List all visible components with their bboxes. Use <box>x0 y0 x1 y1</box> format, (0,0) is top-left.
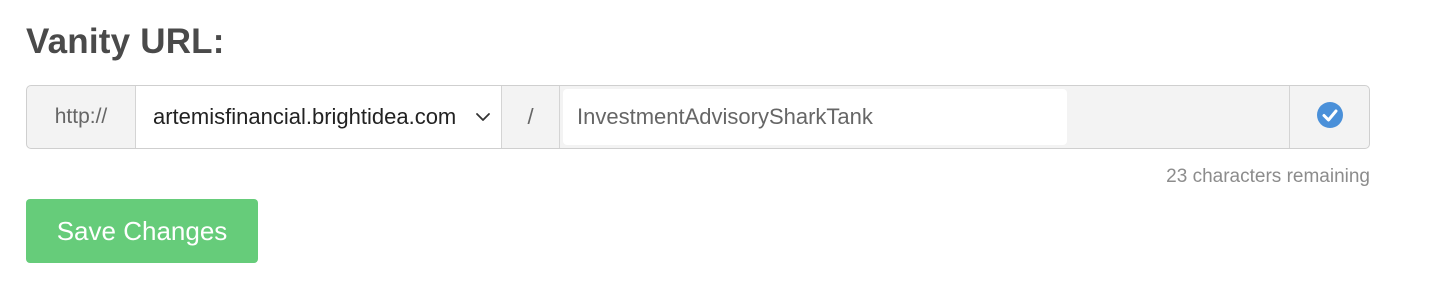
validation-status <box>1290 86 1369 148</box>
vanity-url-form: Vanity URL: http:// artemisfinancial.bri… <box>0 0 1448 300</box>
vanity-path-input[interactable] <box>563 89 1067 145</box>
characters-remaining: 23 characters remaining <box>1166 166 1370 187</box>
input-group-filler <box>1067 86 1290 148</box>
path-separator: / <box>502 86 560 148</box>
chevron-down-icon <box>473 107 493 127</box>
save-changes-button[interactable]: Save Changes <box>26 199 258 263</box>
page-title: Vanity URL: <box>26 22 225 61</box>
domain-select-value: artemisfinancial.brightidea.com <box>153 104 457 129</box>
vanity-url-input-group: http:// artemisfinancial.brightidea.com … <box>26 85 1370 149</box>
protocol-prefix: http:// <box>27 86 136 148</box>
domain-select[interactable]: artemisfinancial.brightidea.com <box>136 86 502 148</box>
check-circle-icon <box>1316 101 1344 134</box>
